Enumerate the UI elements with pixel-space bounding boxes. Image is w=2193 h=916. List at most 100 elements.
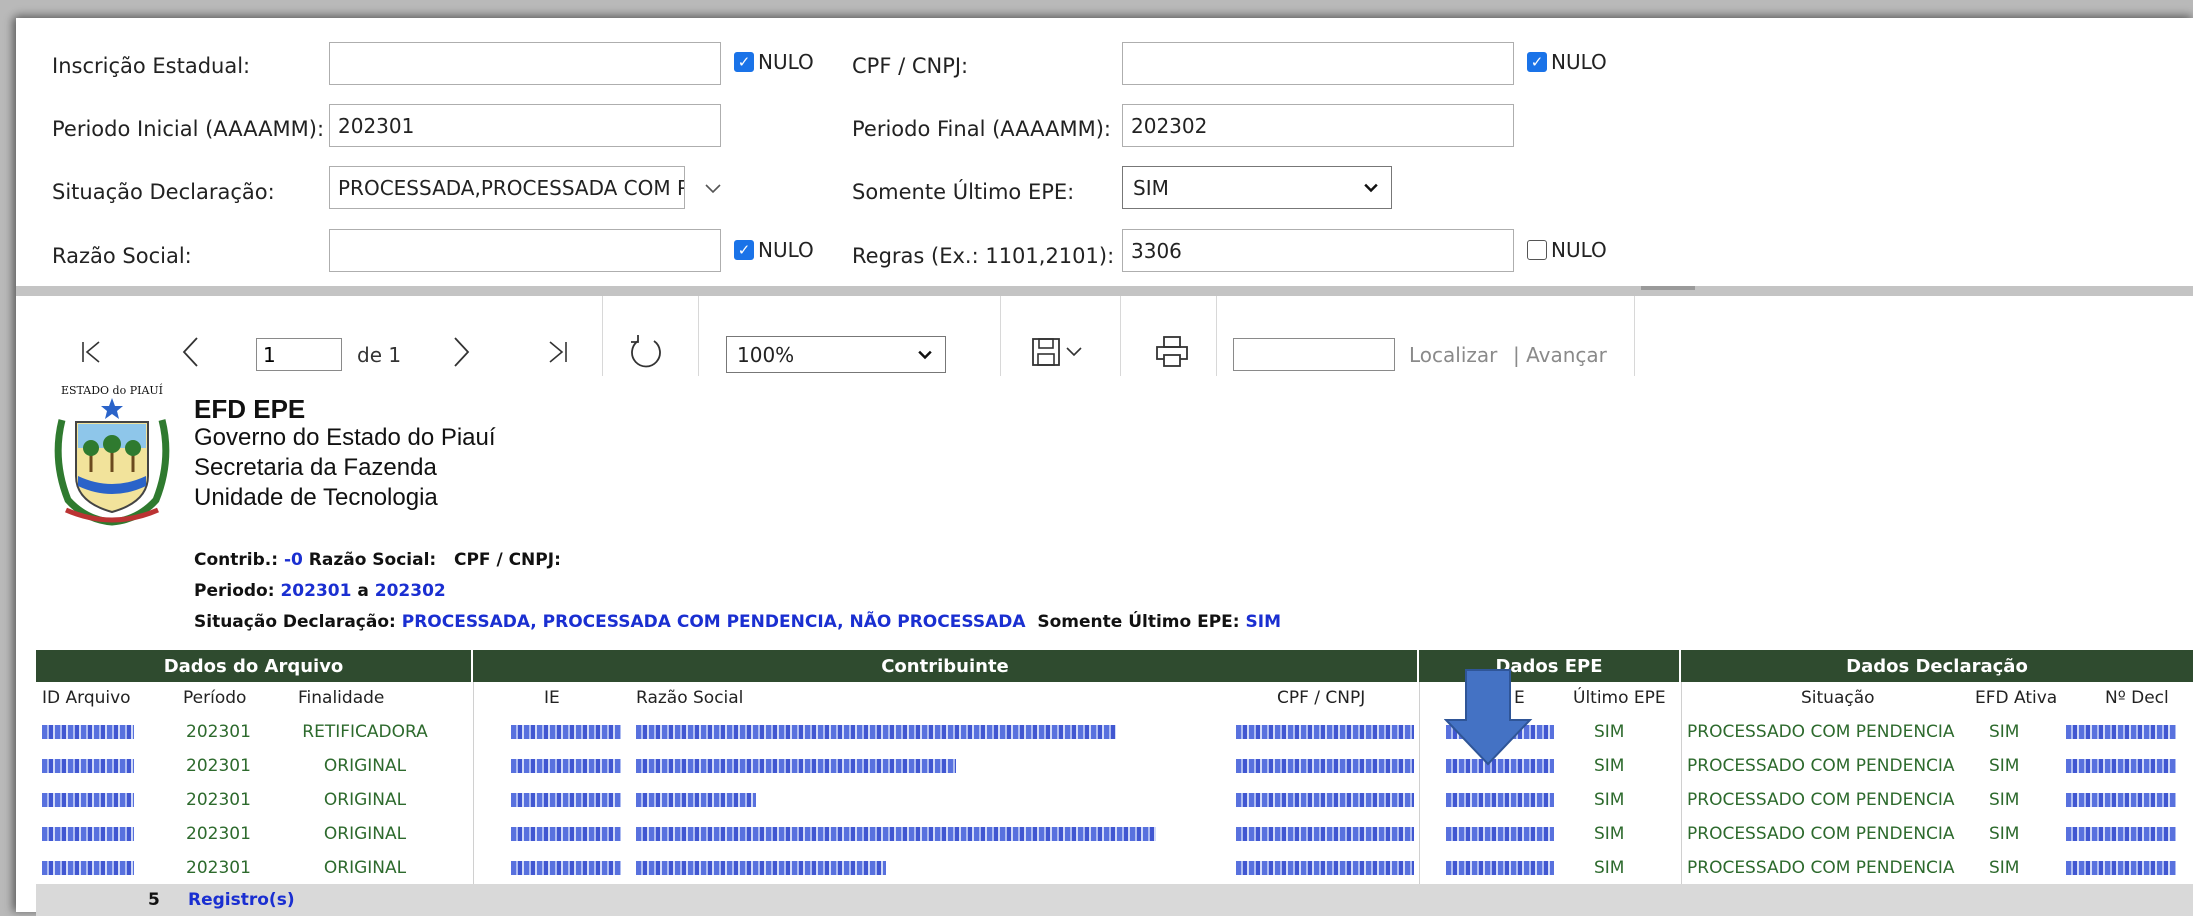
col-ie: IE [544, 688, 560, 708]
regras-input[interactable] [1122, 229, 1514, 272]
cpf-nulo-checkbox[interactable]: ✓ NULO [1527, 50, 1607, 74]
cell-ultimo-epe: SIM [1594, 858, 1625, 878]
cell-finalidade: ORIGINAL [323, 790, 407, 810]
previous-page-button[interactable] [176, 332, 206, 372]
inscricao-nulo-checkbox[interactable]: ✓ NULO [734, 50, 814, 74]
col-cpf-cnpj: CPF / CNPJ [1277, 688, 1366, 708]
last-page-icon [549, 341, 567, 363]
cell-situacao: PROCESSADO COM PENDENCIA [1687, 790, 1955, 810]
id-arquivo-link[interactable] [42, 716, 134, 748]
redacted-value [42, 793, 134, 807]
crit-periodo-a: a [357, 581, 369, 601]
redacted-value [636, 759, 956, 773]
chevron-down-icon[interactable] [701, 176, 725, 200]
col-situacao: Situação [1801, 688, 1875, 708]
cell-situacao: PROCESSADO COM PENDENCIA [1687, 722, 1955, 742]
crit-cpf-label: CPF / CNPJ: [453, 550, 561, 570]
next-match-link[interactable]: | Avançar [1513, 343, 1607, 367]
cell-cpf-cnpj [1236, 784, 1414, 816]
cell-efd-ativa: SIM [1989, 790, 2020, 810]
cpf-nulo-label: NULO [1551, 50, 1607, 74]
chevron-down-icon [1364, 183, 1378, 192]
redacted-value [1236, 861, 1414, 875]
periodo-final-input[interactable] [1122, 104, 1514, 147]
cell-efd-ativa: SIM [1989, 824, 2020, 844]
cell-periodo: 202301 [186, 756, 251, 776]
epe-link[interactable] [1446, 784, 1554, 816]
redacted-value [511, 827, 621, 841]
page-number-input[interactable] [256, 338, 342, 371]
redacted-value [636, 861, 886, 875]
last-page-button[interactable] [541, 334, 573, 370]
cell-efd-ativa: SIM [1989, 858, 2020, 878]
razao-input[interactable] [329, 229, 721, 272]
epe-link[interactable] [1446, 852, 1554, 884]
group-dados-declaracao: Dados Declaração [1681, 650, 2193, 682]
id-arquivo-link[interactable] [42, 818, 134, 850]
redacted-value [2066, 861, 2176, 875]
report-line-governo: Governo do Estado do Piauí [194, 424, 496, 451]
cell-n-decl [2066, 784, 2176, 816]
refresh-button[interactable] [624, 330, 668, 374]
print-button[interactable] [1150, 330, 1194, 374]
checkbox-checked-icon: ✓ [734, 240, 754, 260]
first-page-button[interactable] [76, 334, 108, 370]
id-arquivo-link[interactable] [42, 784, 134, 816]
ie-link[interactable] [511, 750, 621, 782]
zoom-select[interactable]: 100% [726, 336, 946, 373]
redacted-value [511, 759, 621, 773]
cell-finalidade: ORIGINAL [323, 824, 407, 844]
chevron-down-icon [918, 350, 932, 359]
inscricao-input[interactable] [329, 42, 721, 85]
chevron-left-icon [182, 337, 198, 367]
ie-link[interactable] [511, 716, 621, 748]
id-arquivo-link[interactable] [42, 750, 134, 782]
crit-ultimo-value: SIM [1245, 612, 1282, 632]
group-dados-arquivo: Dados do Arquivo [36, 650, 473, 682]
razao-nulo-label: NULO [758, 238, 814, 262]
redacted-value [1446, 827, 1554, 841]
checkbox-checked-icon: ✓ [734, 52, 754, 72]
id-arquivo-link[interactable] [42, 852, 134, 884]
razao-nulo-checkbox[interactable]: ✓ NULO [734, 238, 814, 262]
redacted-value [42, 861, 134, 875]
crit-contrib-value: -0 [283, 550, 303, 570]
export-button[interactable] [1022, 332, 1092, 372]
find-link[interactable]: Localizar [1409, 343, 1497, 367]
cell-razao-social [636, 716, 1116, 748]
chevron-right-icon [454, 337, 470, 367]
cpf-input[interactable] [1122, 42, 1514, 85]
cell-ultimo-epe: SIM [1594, 722, 1625, 742]
ie-link[interactable] [511, 784, 621, 816]
cell-periodo: 202301 [186, 858, 251, 878]
cell-efd-ativa: SIM [1989, 756, 2020, 776]
redacted-value [511, 725, 621, 739]
redacted-value [636, 725, 1116, 739]
cell-situacao: PROCESSADO COM PENDENCIA [1687, 824, 1955, 844]
periodo-inicial-label: Periodo Inicial (AAAAMM): [52, 117, 325, 141]
col-efd-ativa: EFD Ativa [1975, 688, 2058, 708]
periodo-inicial-input[interactable] [329, 104, 721, 147]
next-page-button[interactable] [446, 332, 476, 372]
regras-nulo-checkbox[interactable]: NULO [1527, 238, 1607, 262]
situacao-multiselect[interactable]: PROCESSADA,PROCESSADA COM PENDENCIA,NÃO … [329, 166, 725, 209]
find-input[interactable] [1233, 338, 1395, 371]
group-contribuinte: Contribuinte [473, 650, 1419, 682]
cell-razao-social [636, 818, 1156, 850]
annotation-arrow-down-icon [1444, 669, 1533, 766]
cell-n-decl [2066, 852, 2176, 884]
somente-ultimo-select[interactable]: SIM [1122, 166, 1392, 209]
splitter-grip[interactable] [1641, 286, 1695, 290]
criteria-periodo-line: Periodo: 202301 a 202302 [194, 581, 446, 601]
col-n-decl: Nº Decl [2105, 688, 2169, 708]
splitter-bar[interactable] [16, 286, 2193, 296]
cell-razao-social [636, 852, 886, 884]
ie-link[interactable] [511, 852, 621, 884]
ie-link[interactable] [511, 818, 621, 850]
crit-periodo-label: Periodo: [194, 581, 275, 601]
checkbox-unchecked-icon [1527, 240, 1547, 260]
report-viewer-window: Inscrição Estadual: ✓ NULO CPF / CNPJ: ✓… [16, 18, 2193, 916]
col-ultimo-epe: Último EPE [1573, 688, 1666, 708]
epe-link[interactable] [1446, 818, 1554, 850]
page-count-label: de 1 [357, 343, 402, 367]
